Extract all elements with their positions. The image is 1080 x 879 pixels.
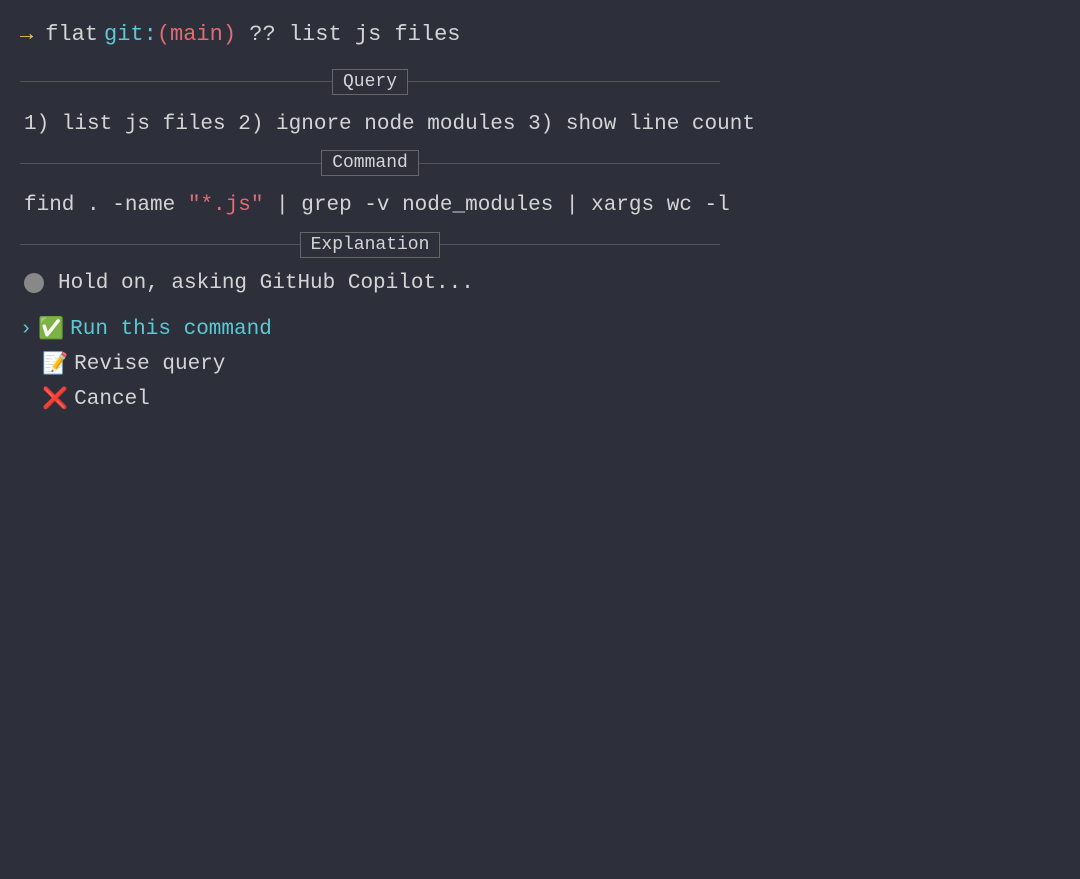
run-label: Run this command [70,318,272,341]
explanation-divider: Explanation [20,232,720,258]
menu-item-run[interactable]: › ✅ Run this command [20,315,1060,344]
query-label: Query [332,69,408,95]
prompt-branch: (main) [157,22,236,47]
divider-line-left [20,81,332,82]
prompt-arrow: → [20,20,33,51]
menu-item-revise[interactable]: 📝 Revise query [20,350,1060,379]
cmd-part2: | grep -v node_modules | xargs wc -l [263,194,729,217]
query-content: 1) list js files 2) ignore node modules … [20,109,1060,141]
query-divider: Query [20,69,720,95]
divider-line-right [419,163,720,164]
explanation-loading: Hold on, asking GitHub Copilot... [20,272,1060,295]
cancel-label: Cancel [74,388,150,411]
menu-chevron-icon: › [20,318,32,341]
cancel-icon: ❌ [42,387,68,412]
divider-line-left [20,163,321,164]
command-label: Command [321,150,419,176]
menu-item-cancel[interactable]: ❌ Cancel [20,385,1060,414]
cmd-part1: find . -name [24,194,188,217]
action-menu: › ✅ Run this command 📝 Revise query ❌ Ca… [20,315,1060,414]
command-content: find . -name "*.js" | grep -v node_modul… [20,190,1060,222]
prompt-flat: flat [45,20,98,51]
cmd-string: "*.js" [188,194,264,217]
divider-line-left [20,244,300,245]
loading-spinner [24,273,44,293]
command-divider: Command [20,150,720,176]
prompt-git-label: git:(main) [104,20,236,51]
loading-text: Hold on, asking GitHub Copilot... [58,272,474,295]
terminal-prompt: → flat git:(main) ?? list js files [20,20,1060,51]
revise-icon: 📝 [42,352,68,377]
run-icon: ✅ [38,317,64,342]
divider-line-right [440,244,720,245]
explanation-label: Explanation [300,232,441,258]
revise-label: Revise query [74,353,225,376]
prompt-query: ?? list js files [236,20,460,51]
divider-line-right [408,81,720,82]
